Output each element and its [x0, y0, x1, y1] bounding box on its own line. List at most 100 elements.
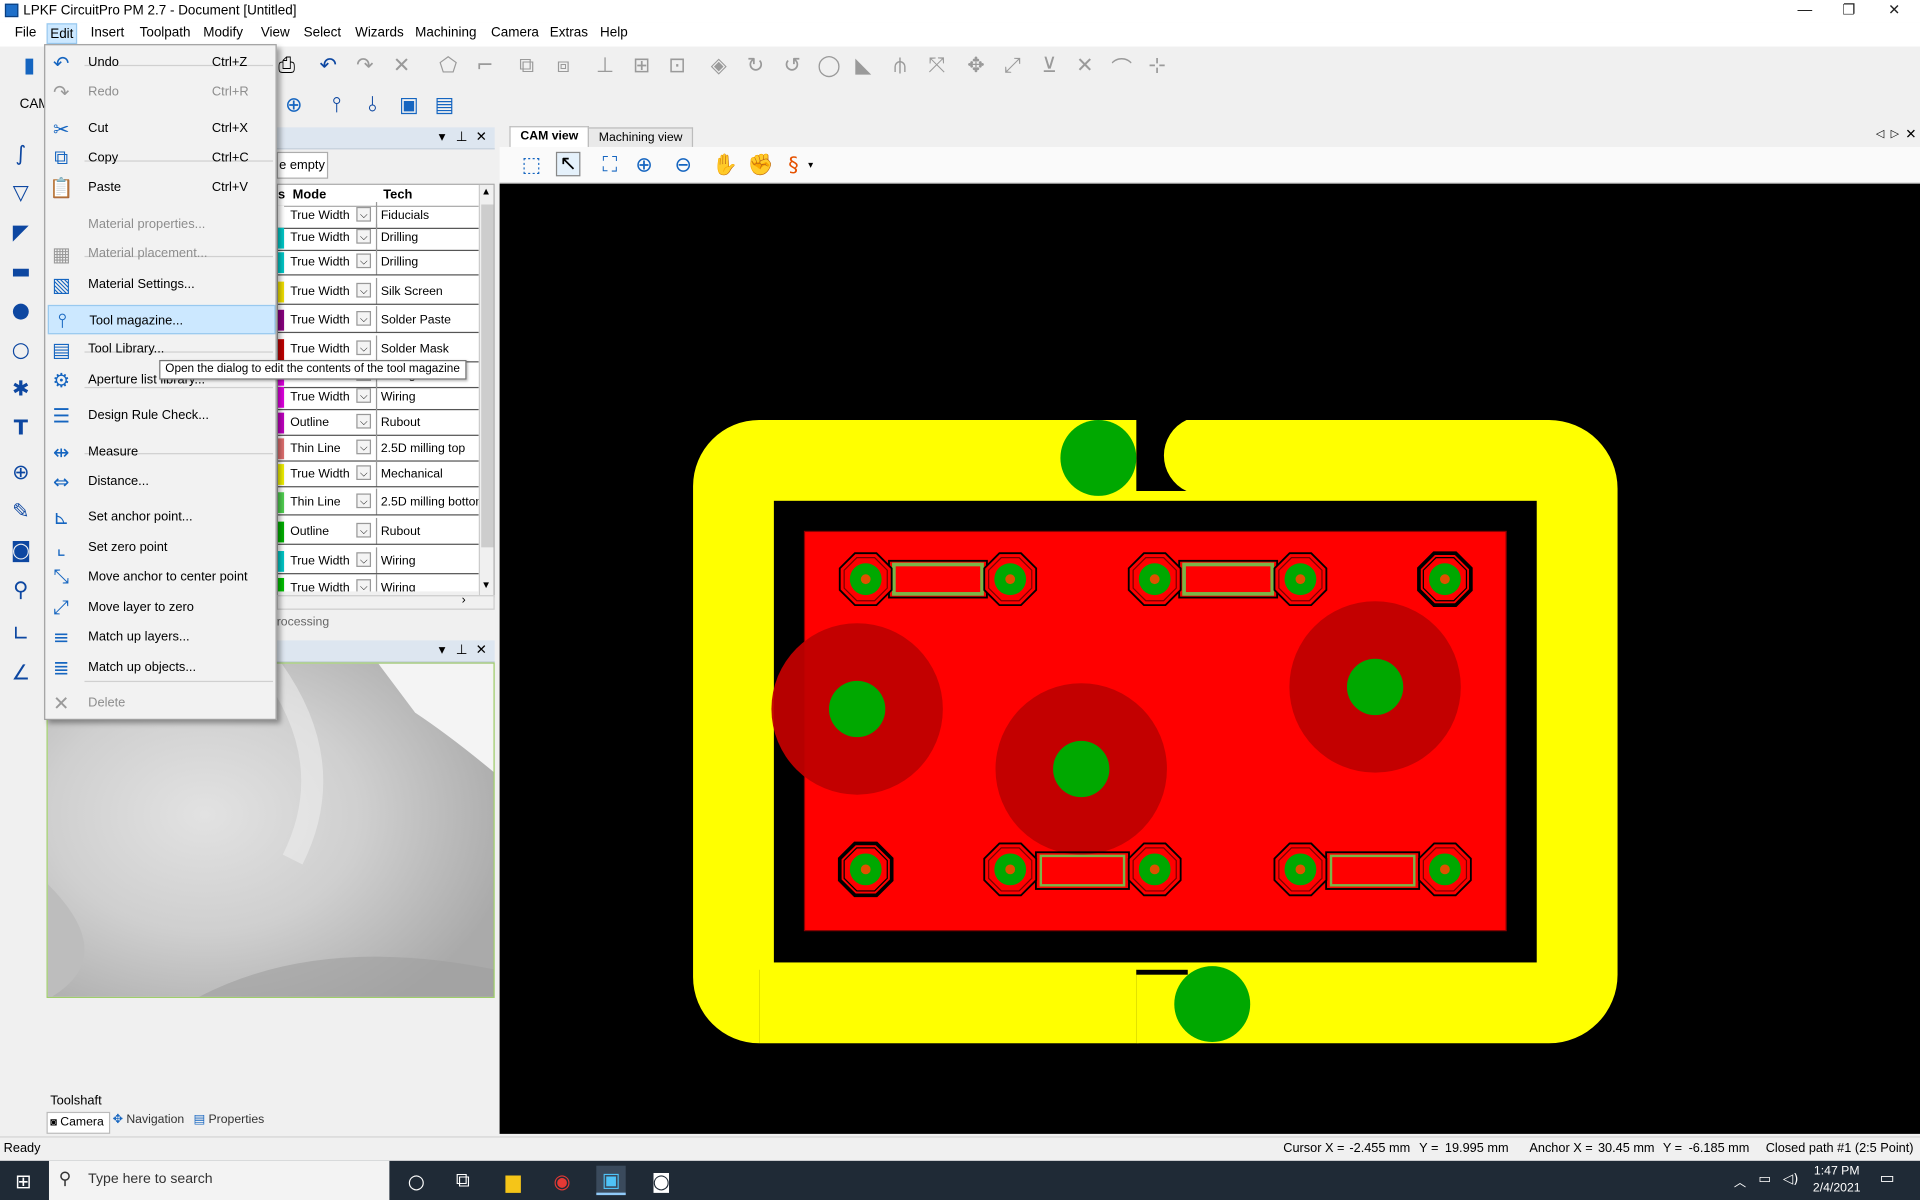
- tray-chevron-icon[interactable]: ︿: [1734, 1172, 1746, 1190]
- mode-dropdown-icon[interactable]: ⌵: [356, 388, 372, 403]
- menu-camera[interactable]: Camera: [487, 26, 542, 41]
- menu-item-design-rule-check[interactable]: ☰ Design Rule Check...: [48, 400, 276, 429]
- lasso-select-icon[interactable]: ⬚: [519, 153, 543, 177]
- rotate-icon[interactable]: ↻: [743, 54, 767, 78]
- angle-45-icon[interactable]: ∠: [9, 661, 33, 685]
- menu-toolpath[interactable]: Toolpath: [136, 26, 194, 41]
- star-icon[interactable]: ✱: [9, 377, 33, 401]
- table-row[interactable]: True Width ⌵ Drilling: [277, 224, 479, 252]
- snap-dropdown-icon[interactable]: ▾: [808, 159, 813, 170]
- image-tool-icon[interactable]: ▣: [397, 93, 421, 117]
- menu-help[interactable]: Help: [596, 26, 631, 41]
- distribute-icon[interactable]: ⊞: [629, 54, 653, 78]
- arc-icon[interactable]: ⌒: [1109, 54, 1133, 81]
- mode-dropdown-icon[interactable]: ⌵: [356, 493, 372, 509]
- menu-machining[interactable]: Machining: [411, 26, 480, 41]
- mode-dropdown-icon[interactable]: ⌵: [356, 282, 372, 298]
- menu-item-material-placement[interactable]: ▦ Material placement...: [48, 239, 276, 268]
- menu-item-measure[interactable]: ⇹ Measure: [48, 437, 276, 466]
- shear-icon[interactable]: ◣: [851, 54, 875, 78]
- network-icon[interactable]: ▭: [1758, 1171, 1771, 1187]
- undo-icon[interactable]: ↶: [316, 54, 340, 78]
- mode-dropdown-icon[interactable]: ⌵: [356, 228, 372, 244]
- mirror-icon[interactable]: ⧈: [551, 54, 575, 78]
- task-view-icon[interactable]: ⧉: [448, 1166, 477, 1195]
- mode-dropdown-icon[interactable]: ⌵: [356, 253, 372, 269]
- grab-icon[interactable]: ✊: [747, 153, 773, 177]
- polygon-fill-icon[interactable]: ◤: [9, 220, 33, 244]
- table-row[interactable]: True Width ⌵ Solder Mask: [277, 335, 479, 363]
- menu-item-move-layer-to-zero[interactable]: ⤢ Move layer to zero: [48, 593, 276, 622]
- menu-extras[interactable]: Extras: [546, 26, 592, 41]
- notification-icon[interactable]: ▭: [1880, 1169, 1895, 1187]
- tab-navigation[interactable]: ✥ Navigation: [113, 1113, 185, 1126]
- mode-dropdown-icon[interactable]: ⌵: [356, 465, 372, 481]
- vertical-scrollbar[interactable]: ▲ ▼: [478, 184, 494, 597]
- panel-dropdown-icon[interactable]: ▾: [433, 129, 450, 145]
- circle-fill-icon[interactable]: ●: [9, 299, 33, 323]
- pointer-icon[interactable]: ↖: [555, 151, 581, 177]
- tool-icon[interactable]: ⫯: [324, 93, 348, 117]
- scroll-right-icon[interactable]: ›: [462, 594, 466, 607]
- menu-item-set-zero-point[interactable]: ⌞ Set zero point: [48, 533, 276, 562]
- camera-icon[interactable]: ◙: [9, 539, 33, 563]
- menu-item-set-anchor-point[interactable]: ⊾ Set anchor point...: [48, 502, 276, 531]
- toolset-icon[interactable]: ⫰: [360, 93, 384, 117]
- flip-icon[interactable]: ⧉: [514, 54, 538, 78]
- mode-dropdown-icon[interactable]: ⌵: [356, 206, 372, 222]
- camera-app-icon[interactable]: ◙: [647, 1166, 676, 1195]
- file-explorer-icon[interactable]: ▆: [498, 1166, 527, 1195]
- cam-close-icon[interactable]: ✕: [1905, 126, 1916, 142]
- angle-90-icon[interactable]: ∟: [9, 622, 33, 646]
- menu-view[interactable]: View: [257, 26, 293, 41]
- table-row[interactable]: True Width ⌵ Silk Screen: [277, 277, 479, 305]
- snap-icon[interactable]: §: [781, 153, 805, 177]
- cam-viewport[interactable]: [499, 183, 1920, 1134]
- zoom-out-icon[interactable]: ⊖: [671, 153, 695, 177]
- menu-item-move-anchor-to-center-point[interactable]: ⤡ Move anchor to center point: [48, 562, 276, 591]
- tab-machining-view[interactable]: Machining view: [587, 127, 694, 149]
- table-row[interactable]: True Width ⌵ Mechanical: [277, 460, 479, 488]
- panel2-close-icon[interactable]: ✕: [473, 642, 490, 658]
- polygon-icon[interactable]: ⬠: [436, 54, 460, 78]
- rotate-left-icon[interactable]: ↺: [780, 54, 804, 78]
- pan-icon[interactable]: ✋: [712, 153, 738, 177]
- circle-icon[interactable]: ○: [9, 338, 33, 362]
- table-row[interactable]: True Width ⌵ Solder Paste: [277, 306, 479, 334]
- menu-item-match-up-objects[interactable]: ≣ Match up objects...: [48, 653, 276, 682]
- dimension-icon[interactable]: ⊻: [1037, 54, 1061, 78]
- align-icon[interactable]: ⊥: [593, 54, 617, 78]
- chrome-icon[interactable]: ◉: [547, 1166, 576, 1195]
- table-row[interactable]: Thin Line ⌵ 2.5D milling top: [277, 434, 479, 462]
- menu-item-undo[interactable]: ↶ Undo Ctrl+Z: [48, 48, 276, 77]
- print-icon[interactable]: ⎙: [274, 54, 298, 78]
- mode-dropdown-icon[interactable]: ⌵: [356, 439, 372, 455]
- bezier-icon[interactable]: ∫: [9, 142, 33, 166]
- mode-dropdown-icon[interactable]: ⌵: [356, 311, 372, 326]
- menu-insert[interactable]: Insert: [87, 26, 128, 41]
- menu-item-material-settings[interactable]: ▧ Material Settings...: [48, 269, 276, 298]
- zoom-in-icon[interactable]: ⊕: [632, 153, 656, 177]
- delete-icon[interactable]: ✕: [389, 54, 413, 78]
- pin2-icon[interactable]: ⊥: [453, 642, 470, 658]
- cortana-icon[interactable]: ○: [402, 1166, 431, 1195]
- redo-icon[interactable]: ↷: [353, 54, 377, 78]
- tab-properties[interactable]: ▤ Properties: [193, 1113, 264, 1126]
- fill-icon[interactable]: ◈: [707, 54, 731, 78]
- group-icon[interactable]: ⊡: [665, 54, 689, 78]
- h-scroll-track[interactable]: ›: [276, 594, 495, 610]
- mode-dropdown-icon[interactable]: ⌵: [356, 552, 372, 567]
- circuitpro-taskbar-icon[interactable]: ▣: [596, 1165, 626, 1196]
- pen-icon[interactable]: ✎: [9, 500, 33, 524]
- tab-cam-view[interactable]: CAM view: [509, 126, 590, 149]
- menu-item-cut[interactable]: ✂ Cut Ctrl+X: [48, 114, 276, 143]
- zoom-fit-icon[interactable]: ⛶: [598, 153, 622, 177]
- cross-icon[interactable]: ✕: [1073, 54, 1097, 78]
- panel-close-icon[interactable]: ✕: [473, 129, 490, 145]
- empty-button[interactable]: e empty: [276, 151, 329, 179]
- table-row[interactable]: Outline ⌵ Rubout: [277, 517, 479, 545]
- explode-icon[interactable]: ⤧: [924, 54, 948, 78]
- menu-item-material-properties[interactable]: Material properties...: [48, 209, 276, 238]
- move-icon[interactable]: ✥: [964, 54, 988, 78]
- menu-item-paste[interactable]: 📋 Paste Ctrl+V: [48, 173, 276, 202]
